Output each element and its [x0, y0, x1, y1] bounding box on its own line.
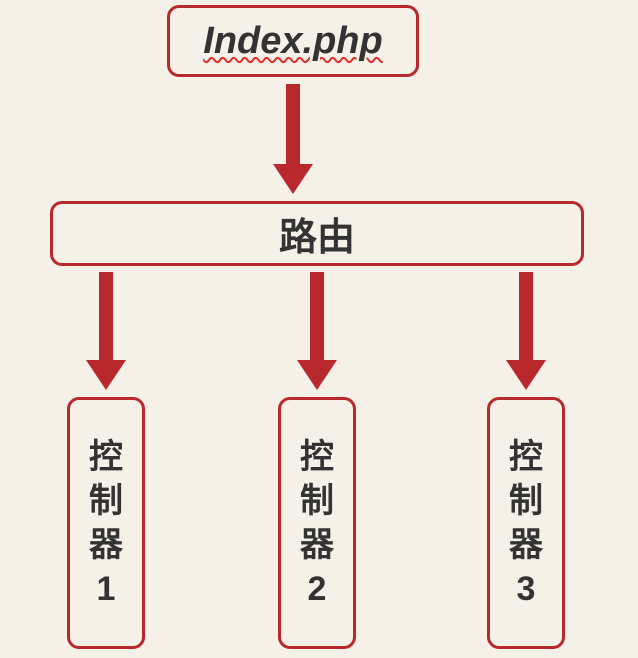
entry-node: Index.php — [167, 5, 419, 77]
entry-label: Index.php — [203, 20, 382, 63]
controller-1-label: 控 制 器 1 — [89, 435, 123, 612]
controller-2-node: 控 制 器 2 — [278, 397, 356, 649]
controller-3-node: 控 制 器 3 — [487, 397, 565, 649]
controller-1-node: 控 制 器 1 — [67, 397, 145, 649]
controller-3-label: 控 制 器 3 — [509, 435, 543, 612]
controller-2-label: 控 制 器 2 — [300, 435, 334, 612]
router-node: 路由 — [50, 201, 584, 266]
router-label: 路由 — [279, 206, 355, 261]
